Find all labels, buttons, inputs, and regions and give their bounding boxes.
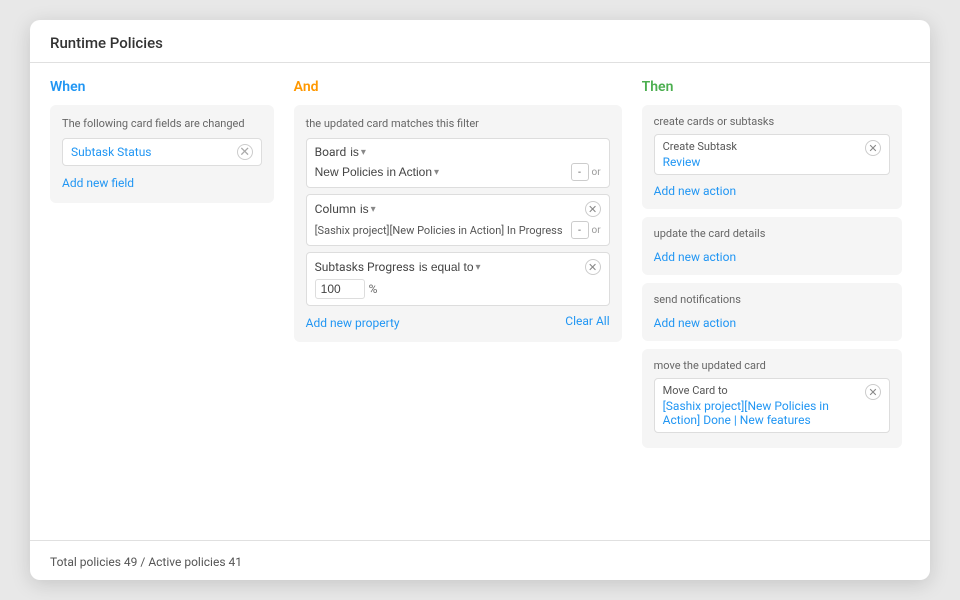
column-or-label: or [592, 225, 601, 236]
footer: Total policies 49 / Active policies 41 [30, 540, 930, 580]
when-header: When [50, 79, 274, 95]
create-subtask-label: Create Subtask [663, 140, 865, 153]
notify-section-title: send notifications [654, 293, 890, 306]
create-subtask-content: Create Subtask Review [663, 140, 865, 169]
notify-add-link[interactable]: Add new action [654, 316, 736, 330]
when-panel: The following card fields are changed Su… [50, 105, 274, 203]
create-add-link[interactable]: Add new action [654, 184, 736, 198]
create-subtask-action: Create Subtask Review ✕ [654, 134, 890, 175]
progress-value-input[interactable] [315, 279, 365, 299]
when-panel-title: The following card fields are changed [62, 117, 262, 130]
board-value-row: New Policies in Action - or [315, 163, 601, 181]
remove-progress-filter[interactable]: ✕ [585, 259, 601, 275]
then-wrapper: Then create cards or subtasks Create Sub… [642, 79, 910, 524]
main-window: Runtime Policies When The following card… [30, 20, 930, 580]
percent-label: % [369, 282, 378, 296]
progress-label: Subtasks Progress [315, 260, 415, 274]
progress-value-row: % [315, 279, 601, 299]
create-subtask-value[interactable]: Review [663, 155, 865, 169]
update-section-title: update the card details [654, 227, 890, 240]
then-header: Then [642, 79, 910, 95]
update-section: update the card details Add new action [642, 217, 902, 275]
column-label: Column [315, 202, 356, 216]
board-or-label: or [592, 167, 601, 178]
and-bottom-actions: Add new property Clear All [306, 312, 610, 330]
board-operator-dropdown[interactable]: is [350, 145, 366, 159]
board-minus-btn[interactable]: - [571, 163, 589, 181]
move-card-value[interactable]: [Sashix project][New Policies in Action]… [663, 399, 865, 427]
and-column: And the updated card matches this filter… [294, 79, 622, 524]
content-area: When The following card fields are chang… [30, 63, 930, 540]
title-bar: Runtime Policies [30, 20, 930, 63]
then-inner: create cards or subtasks Create Subtask … [642, 105, 910, 524]
create-section-title: create cards or subtasks [654, 115, 890, 128]
clear-all-link[interactable]: Clear All [565, 314, 609, 328]
and-panel-title: the updated card matches this filter [306, 117, 610, 130]
remove-column-filter[interactable]: ✕ [585, 201, 601, 217]
move-section: move the updated card Move Card to [Sash… [642, 349, 902, 448]
column-filter-row1: Column is ✕ [315, 201, 601, 217]
column-minus-btn[interactable]: - [571, 221, 589, 239]
column-filter: Column is ✕ [Sashix project][New Policie… [306, 194, 610, 246]
subtask-status-label[interactable]: Subtask Status [71, 145, 152, 159]
move-card-content: Move Card to [Sashix project][New Polici… [663, 384, 865, 427]
add-new-field-link[interactable]: Add new field [62, 176, 134, 190]
remove-subtask-status[interactable]: ✕ [237, 144, 253, 160]
progress-filter-row1: Subtasks Progress is equal to ✕ [315, 259, 601, 275]
notify-section: send notifications Add new action [642, 283, 902, 341]
and-header: And [294, 79, 622, 95]
column-filter-value: [Sashix project][New Policies in Action]… [315, 224, 563, 237]
board-label: Board [315, 145, 347, 159]
when-column: When The following card fields are chang… [50, 79, 274, 524]
board-filter: Board is New Policies in Action - or [306, 138, 610, 188]
move-section-title: move the updated card [654, 359, 890, 372]
move-card-label: Move Card to [663, 384, 865, 397]
board-value-dropdown[interactable]: New Policies in Action [315, 165, 439, 179]
progress-filter: Subtasks Progress is equal to ✕ % [306, 252, 610, 306]
columns-container: When The following card fields are chang… [50, 79, 910, 524]
create-section: create cards or subtasks Create Subtask … [642, 105, 902, 209]
add-new-property-link[interactable]: Add new property [306, 316, 400, 330]
progress-operator-dropdown[interactable]: is equal to [419, 260, 481, 274]
update-add-link[interactable]: Add new action [654, 250, 736, 264]
page-title: Runtime Policies [50, 34, 910, 52]
move-card-action: Move Card to [Sashix project][New Polici… [654, 378, 890, 433]
footer-text: Total policies 49 / Active policies 41 [50, 555, 242, 569]
remove-create-action[interactable]: ✕ [865, 140, 881, 156]
and-panel: the updated card matches this filter Boa… [294, 105, 622, 342]
column-operator-dropdown[interactable]: is [360, 202, 376, 216]
subtask-status-tag: Subtask Status ✕ [62, 138, 262, 166]
board-filter-row: Board is [315, 145, 601, 159]
column-value-row: [Sashix project][New Policies in Action]… [315, 221, 601, 239]
remove-move-action[interactable]: ✕ [865, 384, 881, 400]
